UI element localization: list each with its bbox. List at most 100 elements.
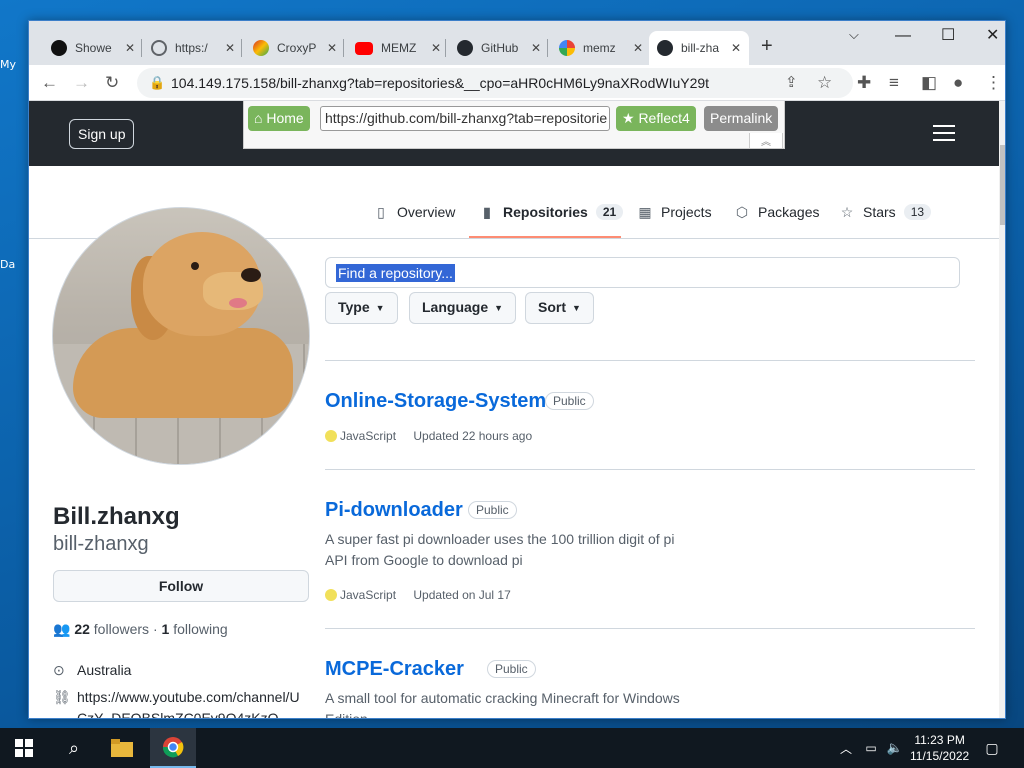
repo-link[interactable]: Online-Storage-System [325,390,546,413]
filter-label: Type [338,299,370,315]
new-tab-button[interactable]: + [761,35,773,58]
share-icon[interactable]: ⇪ [785,73,798,91]
profile-icon[interactable]: ● [953,73,963,93]
profile-location: ⊙ Australia [53,662,131,679]
following-link[interactable]: following [173,621,227,637]
tab-showe[interactable]: Showe ✕ [43,31,143,65]
address-text[interactable]: 104.149.175.158/bill-zhanxg?tab=reposito… [171,75,709,91]
close-icon[interactable]: ✕ [431,41,441,55]
tab-croxy[interactable]: CroxyP ✕ [245,31,345,65]
followers-link[interactable]: followers [94,621,149,637]
back-icon[interactable]: ← [41,73,58,93]
network-icon[interactable]: ▭ [860,728,882,768]
tab-strip: Showe ✕ https:/ ✕ CroxyP ✕ MEMZ ✕ GitHub… [29,21,1005,65]
close-icon[interactable]: ✕ [531,41,541,55]
tab-label: Stars [863,204,896,220]
hamburger-menu-icon[interactable] [933,125,955,141]
tab-overview[interactable]: ▯ Overview [373,204,455,220]
followers-count[interactable]: 22 [74,621,90,637]
book-icon: ▯ [377,204,385,220]
link-text-line2[interactable]: CzY_DEQBSlmZC0Ev9O4zKzQ [77,710,279,718]
following-count[interactable]: 1 [162,621,170,637]
close-icon[interactable]: ✕ [125,41,135,55]
language-color-dot [325,430,337,442]
close-icon[interactable]: ✕ [731,41,741,55]
profile-link[interactable]: ⛓ https://www.youtube.com/channel/U CzY_D… [53,687,300,718]
forward-icon[interactable]: → [73,73,90,93]
tab-memz-youtube[interactable]: MEMZ ✕ [347,31,449,65]
tab-packages[interactable]: ⬡ Packages [734,204,820,220]
chrome-taskbar-icon[interactable] [150,728,196,768]
reflect-button[interactable]: ★ Reflect4 [616,106,696,131]
link-icon: ⛓ [53,689,71,705]
clock[interactable]: 11:23 PM 11/15/2022 [910,732,969,764]
sign-up-button[interactable]: Sign up [69,119,135,149]
follow-stats: 👥 22 followers · 1 following [53,621,228,638]
proxy-home-button[interactable]: ⌂ Home [248,106,310,131]
repo-link[interactable]: Pi-downloader [325,499,463,522]
repo-description-line: API from Google to download pi [325,552,523,568]
tab-stars[interactable]: ☆ Stars 13 [839,204,932,220]
tab-bill-zhanxg[interactable]: bill-zha ✕ [649,31,749,65]
media-icon[interactable]: ≡ [889,73,899,93]
tab-github[interactable]: GitHub ✕ [449,31,549,65]
follow-button[interactable]: Follow [53,570,309,602]
repo-link[interactable]: MCPE-Cracker [325,658,464,681]
start-windows-icon[interactable] [6,728,42,768]
close-icon[interactable]: ✕ [327,41,337,55]
sidepanel-icon[interactable]: ◧ [921,73,937,93]
tab-label: Repositories [503,204,588,220]
sort-filter-button[interactable]: Sort ▼ [525,292,594,324]
close-icon[interactable]: ✕ [633,41,643,55]
tab-title: MEMZ [381,41,417,55]
link-text-line1[interactable]: https://www.youtube.com/channel/U [77,689,300,705]
language-filter-button[interactable]: Language ▼ [409,292,517,324]
lock-icon[interactable]: 🔒 [149,75,165,91]
desktop-icon-label[interactable]: My [0,58,16,71]
close-window-button[interactable]: ✕ [986,25,999,45]
tab-projects[interactable]: ▦ Projects [637,204,711,220]
minimize-button[interactable]: — [895,27,911,45]
profile-username: bill-zhanxg [53,533,149,555]
repo-description-line: Edition [325,711,368,719]
location-icon: ⊙ [53,662,65,678]
tab-title: Showe [75,41,112,55]
address-bar[interactable]: 🔒 104.149.175.158/bill-zhanxg?tab=reposi… [137,68,853,98]
maximize-button[interactable]: ☐ [941,25,955,45]
bookmark-star-icon[interactable]: ☆ [817,73,832,93]
search-icon[interactable]: ⌕ [56,728,92,768]
scrollbar-thumb[interactable] [1000,145,1005,225]
extensions-icon[interactable]: ✚ [857,73,871,93]
close-icon[interactable]: ✕ [225,41,235,55]
volume-icon[interactable]: 🔈 [884,728,906,768]
repo-icon: ▮ [483,204,491,220]
page-scrollbar[interactable] [999,101,1005,718]
proxy-url-input[interactable]: https://github.com/bill-zhanxg?tab=repos… [320,106,610,131]
reload-icon[interactable]: ↻ [105,73,119,93]
proxy-toolbar: ⌂ Home https://github.com/bill-zhanxg?ta… [243,101,785,149]
tab-search-icon[interactable]: ⌵ [849,27,859,43]
repo-description: A small tool for automatic cracking Mine… [325,688,695,719]
caret-down-icon: ▼ [494,303,504,314]
tab-separator [343,39,344,57]
desktop-icon-label[interactable]: Da [0,258,15,271]
divider [325,469,975,470]
avatar[interactable] [52,207,310,465]
file-explorer-icon[interactable] [104,728,140,768]
collapse-chevron-icon[interactable]: ︽ [749,133,783,149]
permalink-button[interactable]: Permalink [704,106,779,131]
menu-icon[interactable]: ⋮ [985,73,1002,93]
filter-label: Language [422,299,489,315]
tab-https[interactable]: https:/ ✕ [143,31,243,65]
notification-icon[interactable]: ▢ [980,728,1004,768]
repo-meta: JavaScript Updated on Jul 17 [325,588,511,602]
tab-separator [141,39,142,57]
type-filter-button[interactable]: Type ▼ [325,292,398,324]
stars-count-badge: 13 [903,204,932,220]
caret-down-icon: ▼ [572,303,581,314]
tab-memz-google[interactable]: memz ✕ [551,31,651,65]
repo-search-input[interactable]: Find a repository... [325,257,960,288]
tab-repositories[interactable]: ▮ Repositories 21 [479,204,624,220]
showe-favicon [51,40,67,56]
tray-chevron-icon[interactable]: ︿ [836,728,856,768]
